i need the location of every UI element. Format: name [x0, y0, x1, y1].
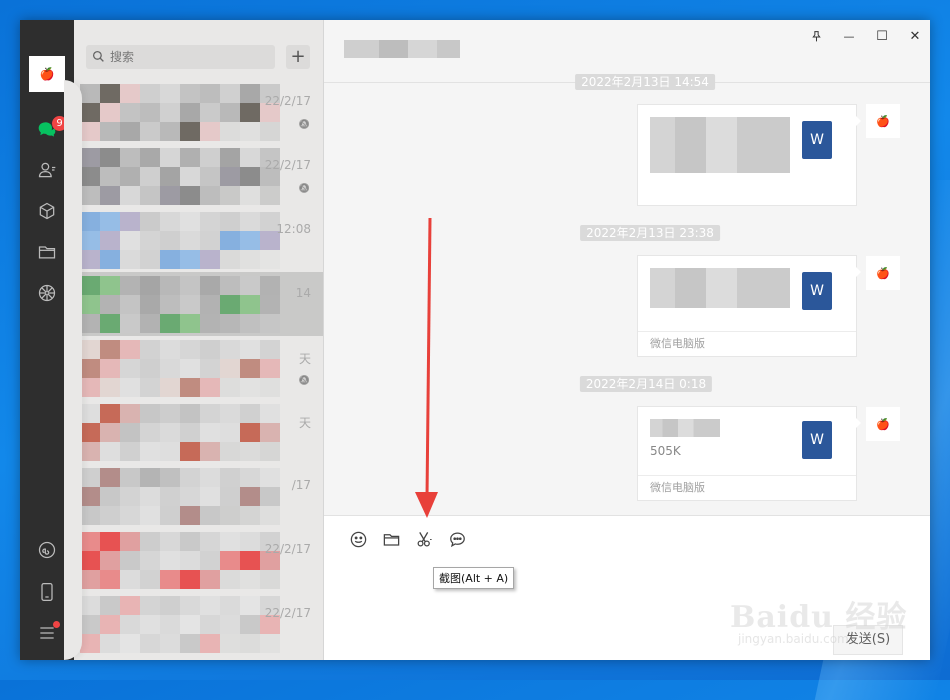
contact-redacted-mosaic [80, 340, 280, 398]
word-doc-icon: W [802, 421, 832, 459]
file-message[interactable]: W 微信电脑版 [637, 255, 857, 357]
file-name-redacted [650, 117, 790, 173]
maximize-button[interactable]: ☐ [870, 26, 894, 46]
chat-list-panel: + 22/2/17🔕22/2/17🔕12:0814天🔕天/1722/2/1722… [64, 20, 324, 660]
contact-redacted-mosaic [80, 84, 280, 142]
contact-redacted-mosaic [80, 596, 280, 654]
mute-bell-icon: 🔕 [298, 120, 310, 130]
emoji-icon [350, 531, 366, 547]
scissors-icon [417, 531, 432, 546]
chat-time: 14 [295, 286, 311, 300]
file-size: 505K [650, 444, 681, 458]
message-input[interactable] [340, 596, 824, 640]
screenshot-tooltip: 截图(Alt + A) [433, 567, 515, 589]
favorites-icon[interactable] [35, 199, 59, 223]
chat-time: 天 [298, 352, 311, 366]
file-source-label: 微信电脑版 [638, 475, 856, 500]
folder-icon [383, 533, 399, 546]
search-icon [92, 50, 104, 62]
chat-list-item[interactable]: 12:08 [74, 208, 323, 272]
chat-main: — ☐ ✕ 2022年2月13日 14:54 W 🍎 2022年2月13日 23… [324, 20, 930, 660]
contact-redacted-mosaic [80, 148, 280, 206]
chat-list-item[interactable]: 22/2/17 [74, 528, 323, 592]
contact-redacted-mosaic [80, 404, 280, 462]
mute-bell-icon: 🔕 [298, 184, 310, 194]
bubble-tail [855, 417, 861, 429]
mute-bell-icon: 🔕 [298, 376, 310, 386]
contacts-icon[interactable] [35, 158, 59, 182]
file-source-label: 微信电脑版 [638, 331, 856, 356]
send-button[interactable]: 发送(S) [833, 625, 903, 655]
contact-redacted-mosaic [80, 276, 280, 334]
chat-list-item[interactable]: 14 [74, 272, 323, 336]
chat-list-item[interactable]: /17 [74, 464, 323, 528]
close-button[interactable]: ✕ [903, 26, 927, 46]
file-message[interactable]: W [637, 104, 857, 206]
chat-time: 22/2/17 [264, 94, 311, 108]
chat-list-item[interactable]: 22/2/17 🔕 [74, 144, 323, 208]
files-icon[interactable] [35, 240, 59, 264]
close-icon: ✕ [909, 28, 921, 44]
maximize-icon: ☐ [876, 28, 888, 44]
contact-redacted-mosaic [80, 468, 280, 526]
user-avatar[interactable]: 🍎 [29, 56, 65, 92]
message-timestamp: 2022年2月14日 0:18 [579, 376, 713, 392]
pin-icon [811, 30, 821, 41]
self-avatar[interactable]: 🍎 [866, 256, 900, 290]
contact-redacted-mosaic [80, 532, 280, 590]
chat-time: 22/2/17 [264, 606, 311, 620]
emoji-button[interactable] [347, 528, 369, 550]
contact-redacted-mosaic [80, 212, 280, 270]
apple-avatar-icon: 🍎 [876, 417, 890, 431]
apple-avatar-icon: 🍎 [876, 266, 890, 280]
file-name-redacted [650, 268, 790, 308]
message-composer: 截图(Alt + A) 发送(S) [324, 515, 930, 660]
send-file-button[interactable] [380, 528, 402, 550]
chat-time: 22/2/17 [264, 158, 311, 172]
chat-time: /17 [291, 478, 311, 492]
moments-icon[interactable] [35, 281, 59, 305]
search-input[interactable] [110, 45, 270, 69]
list-edge-blur [64, 80, 82, 660]
speech-bubble-icon [449, 532, 465, 547]
word-doc-icon: W [802, 272, 832, 310]
word-doc-icon: W [802, 121, 832, 159]
self-avatar[interactable]: 🍎 [866, 407, 900, 441]
chat-list-item[interactable]: 天 [74, 400, 323, 464]
apple-avatar-icon: 🍎 [876, 114, 890, 128]
chat-list-item[interactable]: 22/2/17 🔕 [74, 80, 323, 144]
mini-program-icon[interactable] [35, 538, 59, 562]
self-avatar[interactable]: 🍎 [866, 104, 900, 138]
chat-time: 天 [298, 416, 311, 430]
chat-title-redacted [344, 40, 460, 58]
wechat-window: 🍎 9 + 22/ [20, 20, 930, 660]
phone-icon[interactable] [35, 580, 59, 604]
menu-notification-dot [53, 621, 60, 628]
chat-time: 12:08 [276, 222, 311, 236]
minimize-button[interactable]: — [837, 26, 861, 46]
minimize-icon: — [843, 29, 855, 43]
message-timestamp: 2022年2月13日 14:54 [575, 74, 715, 90]
chat-list-item[interactable]: 22/2/17 [74, 592, 323, 656]
bubble-tail [855, 115, 861, 127]
file-name-redacted [650, 419, 720, 437]
apple-avatar-icon: 🍎 [39, 67, 55, 81]
file-message[interactable]: 505K W 微信电脑版 [637, 406, 857, 501]
chat-list-item[interactable]: 天 🔕 [74, 336, 323, 400]
search-box[interactable] [86, 45, 275, 69]
chat-history-button[interactable] [446, 528, 468, 550]
bubble-tail [855, 266, 861, 278]
message-timestamp: 2022年2月13日 23:38 [580, 225, 720, 241]
add-chat-button[interactable]: + [286, 45, 310, 69]
chat-time: 22/2/17 [264, 542, 311, 556]
screenshot-button[interactable] [413, 528, 435, 550]
pin-button[interactable] [804, 26, 828, 46]
